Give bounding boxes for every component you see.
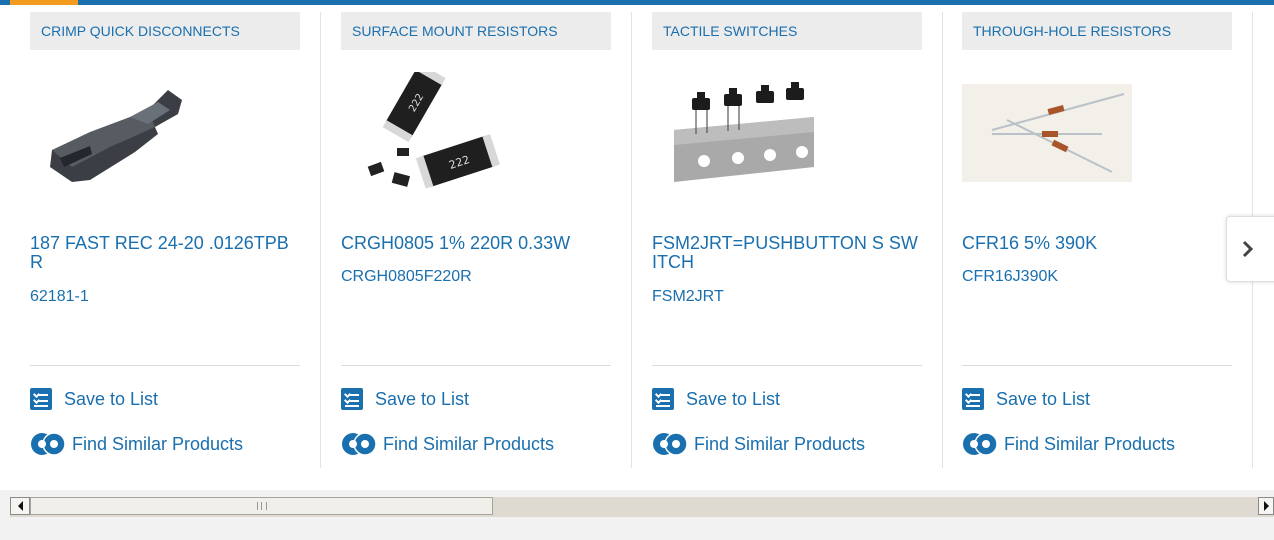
grip-icon <box>256 502 267 510</box>
category-label[interactable]: CRIMP QUICK DISCONNECTS <box>30 12 300 50</box>
chevron-right-icon <box>1242 240 1254 258</box>
find-similar-label: Find Similar Products <box>383 433 555 454</box>
product-card: SURFACE MOUNT RESISTORS 222 222 CRGH0805… <box>321 12 632 468</box>
through-hole-resistor-image[interactable] <box>962 72 1142 202</box>
product-card: THROUGH-HOLE RESISTORS CFR16 5% 390K CFR… <box>942 12 1253 468</box>
arrow-right-icon <box>1263 501 1269 511</box>
product-name-link[interactable]: CFR16 5% 390K <box>962 234 1232 253</box>
find-similar-button[interactable]: Find Similar Products <box>341 431 554 457</box>
crimp-connector-image[interactable] <box>30 72 210 202</box>
similar-products-icon <box>963 432 998 456</box>
product-name-link[interactable]: CRGH0805 1% 220R 0.33W <box>341 234 611 253</box>
product-card: CRIMP QUICK DISCONNECTS 187 FAST REC 24-… <box>10 12 321 468</box>
carousel-next-button[interactable] <box>1226 216 1274 282</box>
scroll-left-button[interactable] <box>10 497 30 515</box>
similar-products-icon <box>653 432 688 456</box>
find-similar-label: Find Similar Products <box>1004 433 1176 454</box>
save-to-list-button[interactable]: Save to List <box>962 386 1090 412</box>
product-carousel: CRIMP QUICK DISCONNECTS 187 FAST REC 24-… <box>0 0 1274 490</box>
product-card: TACTILE SWITCHES FSM2JRT=PUSHBUTTON S SW… <box>632 12 943 468</box>
checklist-icon <box>652 388 674 410</box>
category-label[interactable]: THROUGH-HOLE RESISTORS <box>962 12 1232 50</box>
find-similar-button[interactable]: Find Similar Products <box>652 431 865 457</box>
part-number-link[interactable]: CFR16J390K <box>962 268 1058 286</box>
tactile-switch-image[interactable] <box>652 72 832 202</box>
product-name-link[interactable]: FSM2JRT=PUSHBUTTON S SWITCH <box>652 234 922 272</box>
category-label[interactable]: SURFACE MOUNT RESISTORS <box>341 12 611 50</box>
checklist-icon <box>341 388 363 410</box>
save-to-list-label: Save to List <box>996 388 1091 409</box>
scroll-right-button[interactable] <box>1258 497 1274 515</box>
similar-products-icon <box>31 432 66 456</box>
save-to-list-label: Save to List <box>375 388 470 409</box>
part-number-link[interactable]: 62181-1 <box>30 288 89 306</box>
divider <box>341 365 611 366</box>
save-to-list-label: Save to List <box>686 388 781 409</box>
find-similar-label: Find Similar Products <box>694 433 866 454</box>
find-similar-button[interactable]: Find Similar Products <box>30 431 243 457</box>
scrollbar-thumb[interactable] <box>30 497 493 515</box>
checklist-icon <box>30 388 52 410</box>
arrow-left-icon <box>17 501 23 511</box>
divider <box>652 365 922 366</box>
checklist-icon <box>962 388 984 410</box>
similar-products-icon <box>342 432 377 456</box>
divider <box>30 365 300 366</box>
save-to-list-button[interactable]: Save to List <box>341 386 469 412</box>
product-name-link[interactable]: 187 FAST REC 24-20 .0126TPBR <box>30 234 300 272</box>
save-to-list-label: Save to List <box>64 388 159 409</box>
horizontal-scrollbar[interactable] <box>10 497 1274 517</box>
part-number-link[interactable]: FSM2JRT <box>652 288 724 306</box>
active-indicator <box>10 0 78 5</box>
smd-resistor-image[interactable]: 222 222 <box>341 72 521 202</box>
carousel-top-bar <box>0 0 1274 5</box>
part-number-link[interactable]: CRGH0805F220R <box>341 268 472 286</box>
find-similar-button[interactable]: Find Similar Products <box>962 431 1175 457</box>
divider <box>962 365 1232 366</box>
save-to-list-button[interactable]: Save to List <box>652 386 780 412</box>
find-similar-label: Find Similar Products <box>72 433 244 454</box>
category-label[interactable]: TACTILE SWITCHES <box>652 12 922 50</box>
save-to-list-button[interactable]: Save to List <box>30 386 158 412</box>
